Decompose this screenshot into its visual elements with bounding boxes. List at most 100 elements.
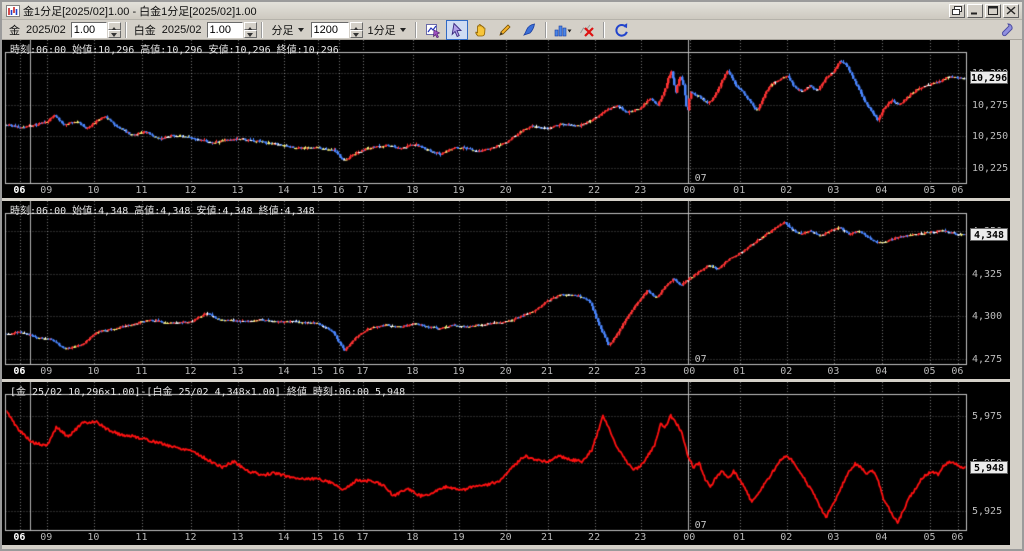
toolbar-separator (545, 22, 547, 38)
time-tick-label: 13 (232, 532, 244, 543)
time-tick-label: 05 (923, 366, 935, 377)
refresh-button[interactable] (610, 20, 632, 40)
time-tick-label: 19 (453, 185, 465, 196)
spinner-up-icon[interactable] (350, 22, 363, 30)
pencil-icon (497, 22, 513, 38)
time-tick-label: 11 (135, 366, 147, 377)
price-tick-label: 10,250 (972, 131, 1008, 142)
time-tick-label: 22 (588, 532, 600, 543)
bar-count-input[interactable] (311, 22, 349, 38)
price-tick-label: 5,925 (972, 506, 1002, 517)
platinum-time-axis[interactable]: 0609101112131415161718192021222300010203… (4, 366, 969, 379)
refresh-icon (613, 22, 629, 38)
bar-type-label: 分足 (272, 22, 294, 38)
time-tick-label: 22 (588, 366, 600, 377)
gold-contract-label: 2025/02 (26, 24, 66, 36)
gold-symbol-label: 金 (9, 22, 20, 38)
settings-button[interactable] (995, 20, 1017, 40)
toolbar-separator (415, 22, 417, 38)
time-tick-label: 16 (332, 366, 344, 377)
price-tick-label: 4,275 (972, 354, 1002, 365)
time-tick-label: 03 (827, 185, 839, 196)
title-bar: 金1分足[2025/02]1.00 - 白金1分足[2025/02]1.00 (2, 2, 1022, 20)
time-tick-label: 06 (951, 185, 963, 196)
time-tick-label: 00 (683, 366, 695, 377)
spinner-down-icon[interactable] (108, 30, 121, 38)
time-tick-label: 14 (278, 185, 290, 196)
price-tick-label: 4,300 (972, 311, 1002, 322)
time-tick-label: 15 (311, 366, 323, 377)
time-tick-label: 00 (683, 532, 695, 543)
platinum-multiplier-input[interactable] (207, 22, 243, 38)
time-tick-label: 09 (40, 366, 52, 377)
platinum-candles-canvas[interactable] (4, 201, 969, 366)
spread-time-axis[interactable]: 0609101112131415161718192021222300010203… (4, 532, 969, 545)
select-tool-button[interactable] (446, 20, 468, 40)
delete-chart-button[interactable] (576, 20, 598, 40)
platinum-last-price: 4,348 (970, 228, 1008, 241)
annotation-tool-button[interactable] (518, 20, 540, 40)
bar-type-dropdown[interactable]: 分足 (269, 21, 307, 39)
time-tick-label: 11 (135, 532, 147, 543)
chart-type-menu-button[interactable] (552, 20, 574, 40)
time-tick-label: 01 (733, 532, 745, 543)
gold-candles-canvas[interactable] (4, 40, 969, 185)
platinum-price-axis[interactable]: 4,348 4,2754,3004,3254,350 (969, 201, 1010, 379)
price-tick-label: 10,275 (972, 100, 1008, 111)
gold-chart-panel: 時刻:06:00 始値:10,296 高値:10,296 安値:10,296 終… (2, 40, 1010, 198)
time-tick-label: 06 (13, 532, 25, 543)
cascade-window-button[interactable] (949, 4, 965, 18)
chart-cursor-tool-button[interactable] (422, 20, 444, 40)
toolbar: 金 2025/02 白金 2025/02 分足 1分足 (2, 20, 1022, 40)
minimize-button[interactable] (967, 4, 983, 18)
price-tick-label: 10,225 (972, 163, 1008, 174)
time-tick-label: 13 (232, 366, 244, 377)
spinner-down-icon[interactable] (350, 30, 363, 38)
platinum-ohlc-readout: 時刻:06:00 始値:4,348 高値:4,348 安値:4,348 終値:4… (10, 202, 315, 217)
interval-dropdown[interactable]: 1分足 (365, 21, 409, 39)
time-tick-label: 10 (87, 532, 99, 543)
time-tick-label: 21 (541, 366, 553, 377)
time-tick-label: 04 (875, 185, 887, 196)
time-tick-label: 12 (184, 532, 196, 543)
time-tick-label: 03 (827, 532, 839, 543)
time-tick-label: 05 (923, 532, 935, 543)
time-tick-label: 06 (13, 185, 25, 196)
spinner-up-icon[interactable] (244, 22, 257, 30)
hand-icon (473, 22, 489, 38)
close-button[interactable] (1003, 4, 1019, 18)
spread-chart-panel: [金 25/02 10,296×1.00]-[白金 25/02 4,348×1.… (2, 382, 1010, 545)
time-tick-label: 02 (780, 532, 792, 543)
draw-line-tool-button[interactable] (494, 20, 516, 40)
time-tick-label: 19 (453, 366, 465, 377)
time-tick-label: 04 (875, 366, 887, 377)
app-chart-icon (6, 4, 20, 18)
spread-price-axis[interactable]: 5,948 5,9255,9505,975 (969, 382, 1010, 545)
gold-price-axis[interactable]: 10,296 10,22510,25010,27510,300 (969, 40, 1010, 198)
maximize-button[interactable] (985, 4, 1001, 18)
time-tick-label: 12 (184, 185, 196, 196)
time-tick-label: 20 (500, 185, 512, 196)
interval-label: 1分足 (368, 22, 396, 38)
gold-time-axis[interactable]: 0609101112131415161718192021222300010203… (4, 185, 969, 198)
spread-line-canvas[interactable] (4, 382, 969, 532)
time-tick-label: 02 (780, 366, 792, 377)
spinner-up-icon[interactable] (108, 22, 121, 30)
bar-count-spinner[interactable] (350, 22, 363, 38)
gold-multiplier-input[interactable] (71, 22, 107, 38)
pan-tool-button[interactable] (470, 20, 492, 40)
time-tick-label: 20 (500, 366, 512, 377)
time-tick-label: 01 (733, 366, 745, 377)
gold-multiplier-spinner[interactable] (108, 22, 121, 38)
window-title: 金1分足[2025/02]1.00 - 白金1分足[2025/02]1.00 (23, 3, 949, 19)
time-tick-label: 02 (780, 185, 792, 196)
time-tick-label: 05 (923, 185, 935, 196)
gold-date-label: 07 (695, 173, 707, 184)
spinner-down-icon[interactable] (244, 30, 257, 38)
time-tick-label: 21 (541, 532, 553, 543)
time-tick-label: 23 (634, 185, 646, 196)
platinum-multiplier-spinner[interactable] (244, 22, 257, 38)
time-tick-label: 03 (827, 366, 839, 377)
toolbar-separator (603, 22, 605, 38)
platinum-chart-panel: 時刻:06:00 始値:4,348 高値:4,348 安値:4,348 終値:4… (2, 201, 1010, 379)
